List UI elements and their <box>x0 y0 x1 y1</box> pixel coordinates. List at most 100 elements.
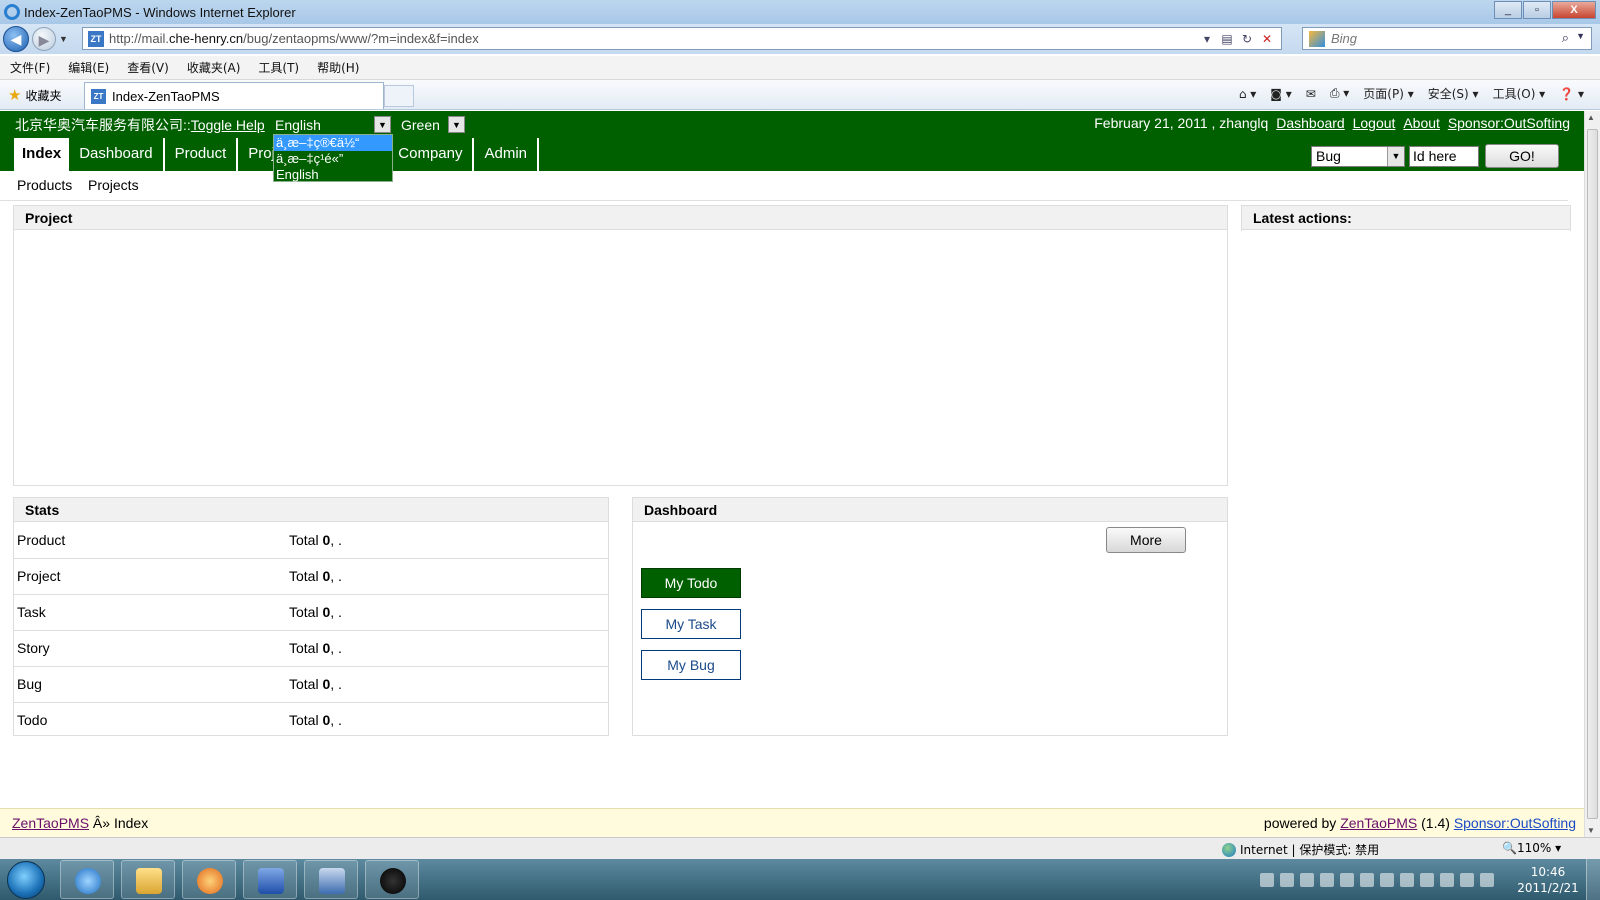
about-link[interactable]: About <box>1403 115 1440 131</box>
help-tray-icon[interactable] <box>1280 872 1294 887</box>
scroll-up-icon[interactable]: ▲ <box>1587 113 1595 122</box>
footer-brand-link[interactable]: ZenTaoPMS <box>12 815 89 831</box>
date-user: February 21, 2011 , zhanglq <box>1094 115 1269 131</box>
volume-icon[interactable] <box>1480 872 1494 887</box>
search-type-select[interactable]: Bug ▼ <box>1311 145 1405 167</box>
chevron-down-icon[interactable]: ▼ <box>374 116 391 133</box>
page-menu[interactable]: 页面(P) ▾ <box>1363 85 1413 102</box>
home-icon[interactable]: ⌂ ▾ <box>1239 87 1256 101</box>
zentao-header: 北京华奥汽车服务有限公司:: Toggle Help English ▼ Gree… <box>0 111 1584 171</box>
signal-icon[interactable] <box>1460 872 1474 887</box>
mail-icon[interactable]: ✉ <box>1306 87 1316 101</box>
keyboard-icon[interactable] <box>1260 872 1274 887</box>
nav-company[interactable]: Company <box>388 138 475 171</box>
chevron-down-icon[interactable]: ▼ <box>1387 146 1404 166</box>
subnav-products[interactable]: Products <box>17 177 72 193</box>
taskbar-media[interactable] <box>182 860 236 899</box>
taskbar-word[interactable] <box>243 860 297 899</box>
nav-dashboard[interactable]: Dashboard <box>69 138 165 171</box>
search-options-icon[interactable]: ▼ <box>1576 31 1585 41</box>
nav-product[interactable]: Product <box>165 138 239 171</box>
shield-tray-icon[interactable] <box>1340 872 1354 887</box>
search-icon[interactable]: ⌕ <box>1562 30 1569 46</box>
favorites-button[interactable]: ★ 收藏夹 <box>8 86 61 104</box>
zoom-level[interactable]: 🔍110% ▾ <box>1502 841 1561 855</box>
search-placeholder: Bing <box>1331 31 1358 46</box>
language-select[interactable]: English ▼ <box>274 115 393 134</box>
nav-admin[interactable]: Admin <box>474 138 540 171</box>
flag-icon[interactable] <box>1420 872 1434 887</box>
search-field[interactable]: Bing ⌕ ▼ <box>1302 27 1592 50</box>
stats-label: Project <box>14 558 289 595</box>
print-icon[interactable]: ⎙ ▾ <box>1330 86 1349 101</box>
sponsor-link[interactable]: Sponsor:OutSofting <box>1448 115 1570 131</box>
taskbar-explorer[interactable] <box>121 860 175 899</box>
footer-zentao-link[interactable]: ZenTaoPMS <box>1340 815 1417 831</box>
forward-button[interactable]: ▶ <box>32 27 56 51</box>
my-task-button[interactable]: My Task <box>641 609 741 639</box>
menu-help[interactable]: 帮助(H) <box>317 59 359 76</box>
taskbar-clock[interactable]: 10:46 2011/2/21 <box>1510 864 1586 896</box>
show-desktop-button[interactable] <box>1586 859 1600 900</box>
id-input[interactable]: Id here <box>1409 145 1479 167</box>
taskbar-qq[interactable] <box>365 860 419 899</box>
feeds-icon[interactable]: ◙ ▾ <box>1270 87 1291 101</box>
arrow-tray-icon[interactable] <box>1300 872 1314 887</box>
display-icon[interactable] <box>1400 872 1414 887</box>
command-bar: ⌂ ▾ ◙ ▾ ✉ ⎙ ▾ 页面(P) ▾ 安全(S) ▾ 工具(O) ▾ ❓ … <box>1225 85 1584 102</box>
scroll-down-icon[interactable]: ▼ <box>1587 826 1595 835</box>
my-bug-button[interactable]: My Bug <box>641 650 741 680</box>
dashboard-link[interactable]: Dashboard <box>1276 115 1345 131</box>
sub-nav: Products Projects <box>0 171 1568 201</box>
page-scrollbar[interactable]: ▲ ▼ <box>1584 111 1600 837</box>
tools-menu[interactable]: 工具(O) ▾ <box>1493 85 1546 102</box>
table-row: Bug Total 0, . <box>14 666 608 703</box>
address-dropdown-icon[interactable]: ▾ <box>1197 30 1217 48</box>
menu-favorites[interactable]: 收藏夹(A) <box>187 59 241 76</box>
close-button[interactable]: X <box>1552 1 1596 19</box>
menu-view[interactable]: 查看(V) <box>127 59 169 76</box>
theme-select[interactable]: Green ▼ <box>401 115 467 134</box>
taskbar-network[interactable] <box>304 860 358 899</box>
my-todo-button[interactable]: My Todo <box>641 568 741 598</box>
taskbar-ie[interactable] <box>60 860 114 899</box>
compat-view-icon[interactable]: ▤ <box>1217 30 1237 48</box>
language-option[interactable]: ä¸­æ–‡ç®€ä½“ <box>274 135 392 151</box>
go-button[interactable]: GO! <box>1485 144 1559 168</box>
monitor-icon[interactable] <box>1380 872 1394 887</box>
browser-tab[interactable]: ZT Index-ZenTaoPMS <box>84 82 384 109</box>
refresh-icon[interactable]: ↻ <box>1237 30 1257 48</box>
safety-menu[interactable]: 安全(S) ▾ <box>1428 85 1479 102</box>
address-url[interactable]: http://mail.che-henry.cn/bug/zentaopms/w… <box>109 31 479 46</box>
help-icon[interactable]: ❓ ▾ <box>1559 87 1584 101</box>
back-button[interactable]: ◀ <box>3 26 29 52</box>
nav-index[interactable]: Index <box>14 138 70 171</box>
more-button[interactable]: More <box>1106 527 1186 553</box>
security-zone[interactable]: Internet | 保护模式: 禁用 <box>1222 841 1379 858</box>
history-dropdown-icon[interactable]: ▼ <box>59 34 68 44</box>
new-tab-button[interactable] <box>384 85 414 107</box>
maximize-button[interactable]: ▫ <box>1523 1 1551 19</box>
printer-tray-icon[interactable] <box>1440 872 1454 887</box>
bluetooth-icon[interactable] <box>1360 872 1374 887</box>
stats-label: Task <box>14 594 289 631</box>
menu-file[interactable]: 文件(F) <box>10 59 50 76</box>
logout-link[interactable]: Logout <box>1353 115 1396 131</box>
language-option[interactable]: English <box>274 167 392 183</box>
user-tray-icon[interactable] <box>1320 872 1334 887</box>
menu-tools[interactable]: 工具(T) <box>258 59 299 76</box>
toggle-help-link[interactable]: Toggle Help <box>191 117 265 133</box>
stop-icon[interactable]: ✕ <box>1257 30 1277 48</box>
minimize-button[interactable]: _ <box>1494 1 1522 19</box>
scroll-thumb[interactable] <box>1587 129 1598 819</box>
start-button[interactable] <box>7 861 45 899</box>
footer-sponsor-link[interactable]: Sponsor:OutSofting <box>1454 815 1576 831</box>
chevron-down-icon[interactable]: ▼ <box>448 116 465 133</box>
tab-title: Index-ZenTaoPMS <box>112 88 220 104</box>
subnav-projects[interactable]: Projects <box>88 177 139 193</box>
address-field[interactable]: ZT http://mail.che-henry.cn/bug/zentaopm… <box>82 27 1282 50</box>
language-option[interactable]: ä¸­æ–‡ç¹é«” <box>274 151 392 167</box>
menu-edit[interactable]: 编辑(E) <box>68 59 109 76</box>
stats-label: Todo <box>17 712 48 729</box>
footer-powered-label: powered by <box>1263 815 1341 831</box>
